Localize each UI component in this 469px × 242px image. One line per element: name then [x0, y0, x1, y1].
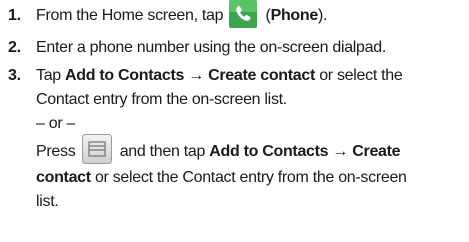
step-text-line-2: Contact entry from the on-screen list. — [36, 91, 287, 108]
step-text-line-1: Tap Add to Contacts → Create contact or … — [36, 67, 403, 84]
instruction-document: 1. From the Home screen, tap (Phone). 2.… — [0, 0, 469, 242]
or-separator: – or – — [36, 115, 76, 132]
step-text-line-6: list. — [36, 193, 59, 210]
step-text: Enter a phone number using the on-screen… — [36, 39, 386, 56]
phone-icon — [229, 0, 258, 28]
step-text: From the Home screen, tap (Phone). — [36, 0, 327, 28]
step-number: 3. — [8, 67, 21, 84]
step-text-line-5: contact or select the Contact entry from… — [36, 169, 407, 186]
step-text-line-4: Press and then tap Add to Contacts → Cre… — [36, 134, 401, 164]
menu-icon — [81, 134, 112, 164]
step-number: 1. — [8, 7, 21, 24]
step-number: 2. — [8, 39, 21, 56]
